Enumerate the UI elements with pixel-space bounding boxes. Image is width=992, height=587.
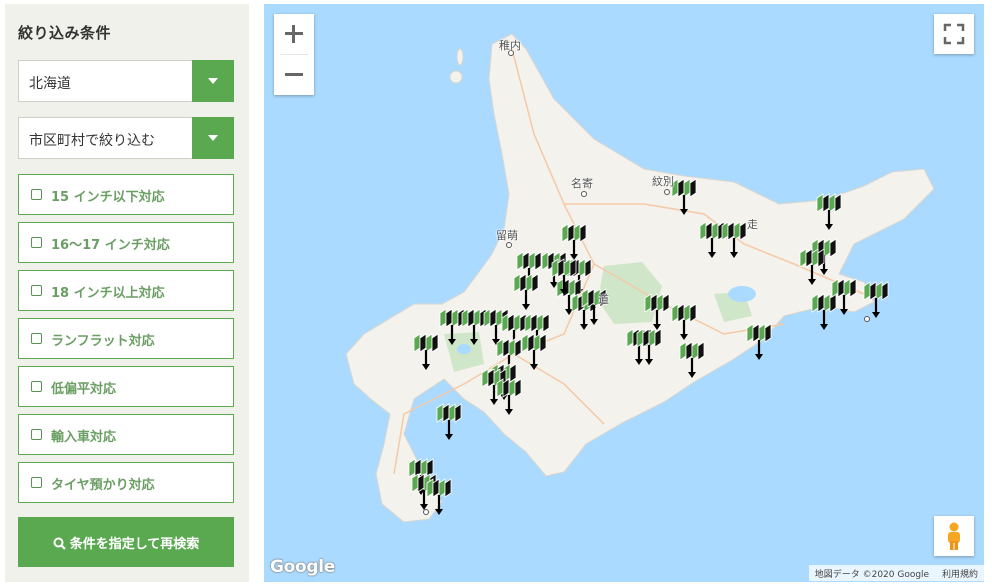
- zoom-out-button[interactable]: [274, 55, 314, 95]
- map-attribution: 地図データ ©2020 Google 利用規約: [808, 565, 984, 581]
- shop-marker[interactable]: [436, 403, 462, 440]
- checkbox[interactable]: [31, 285, 42, 296]
- caret-down-icon: [208, 78, 218, 84]
- shop-marker[interactable]: [811, 293, 837, 330]
- zoom-control: [274, 14, 314, 95]
- zoom-in-button[interactable]: [274, 14, 314, 54]
- city-dropdown-button[interactable]: [192, 117, 234, 159]
- rebun-island: [456, 48, 464, 66]
- research-button[interactable]: 条件を指定して再検索: [18, 517, 234, 567]
- filter-18-inch[interactable]: 18 インチ以上対応: [18, 270, 234, 311]
- pegman-icon: [948, 522, 960, 550]
- lake: [457, 344, 471, 354]
- filter-sidebar: 絞り込み条件 北海道 市区町村で絞り込む 15 インチ以下対応 16〜17 イン…: [5, 4, 249, 582]
- filter-label: 低偏平対応: [51, 382, 117, 397]
- checkbox[interactable]: [31, 237, 42, 248]
- prefecture-select[interactable]: 北海道: [18, 60, 234, 102]
- filter-label: ランフラット対応: [51, 334, 155, 349]
- filter-label: タイヤ預かり対応: [51, 478, 155, 493]
- map-view[interactable]: 稚内 名寄 紋別 留萌 道 走 Google 地図データ ©2020 Googl…: [264, 4, 984, 582]
- street-view-button[interactable]: [934, 516, 974, 556]
- fullscreen-button[interactable]: [934, 14, 974, 54]
- filter-16-17-inch[interactable]: 16〜17 インチ対応: [18, 222, 234, 263]
- terms-link[interactable]: 利用規約: [942, 570, 978, 580]
- checkbox[interactable]: [31, 429, 42, 440]
- prefecture-select-value: 北海道: [29, 76, 71, 92]
- filter-label: 15 インチ以下対応: [51, 190, 165, 205]
- checkbox[interactable]: [31, 477, 42, 488]
- filter-label: 18 インチ以上対応: [51, 286, 165, 301]
- lake: [728, 286, 756, 302]
- minus-icon: [285, 73, 303, 76]
- google-logo: Google: [270, 557, 336, 577]
- city-label-sha: 走: [747, 218, 758, 231]
- city-label-rumoi: 留萌: [496, 229, 518, 242]
- city-dot: [664, 189, 670, 195]
- filter-low-profile[interactable]: 低偏平対応: [18, 366, 234, 407]
- filter-label: 16〜17 インチ対応: [51, 238, 170, 253]
- checkbox[interactable]: [31, 189, 42, 200]
- filter-15-inch[interactable]: 15 インチ以下対応: [18, 174, 234, 215]
- fullscreen-icon: [943, 23, 965, 45]
- city-dot: [581, 191, 587, 197]
- filter-runflat[interactable]: ランフラット対応: [18, 318, 234, 359]
- plus-icon-vertical: [292, 25, 295, 43]
- filter-title: 絞り込み条件: [18, 24, 112, 42]
- city-dot: [864, 316, 870, 322]
- city-select[interactable]: 市区町村で絞り込む: [18, 117, 234, 159]
- city-label-wakkanai: 稚内: [499, 39, 521, 52]
- hokkaido-map: [345, 33, 935, 523]
- city-label-mombetsu: 紋別: [652, 175, 674, 188]
- filter-tire-storage[interactable]: タイヤ預かり対応: [18, 462, 234, 503]
- city-dot: [506, 242, 512, 248]
- search-icon: [53, 537, 66, 550]
- caret-down-icon: [208, 135, 218, 141]
- filter-label: 輸入車対応: [51, 430, 117, 445]
- map-data-credit: 地図データ ©2020 Google: [814, 570, 930, 580]
- checkbox[interactable]: [31, 381, 42, 392]
- rishiri-island: [449, 70, 463, 84]
- city-dot: [423, 509, 429, 515]
- checkbox[interactable]: [31, 333, 42, 344]
- city-label-do: 道: [598, 293, 609, 306]
- filter-imported-car[interactable]: 輸入車対応: [18, 414, 234, 455]
- city-select-value: 市区町村で絞り込む: [29, 133, 155, 149]
- city-label-nayoro: 名寄: [571, 177, 593, 190]
- research-button-label: 条件を指定して再検索: [69, 537, 200, 552]
- prefecture-dropdown-button[interactable]: [192, 60, 234, 102]
